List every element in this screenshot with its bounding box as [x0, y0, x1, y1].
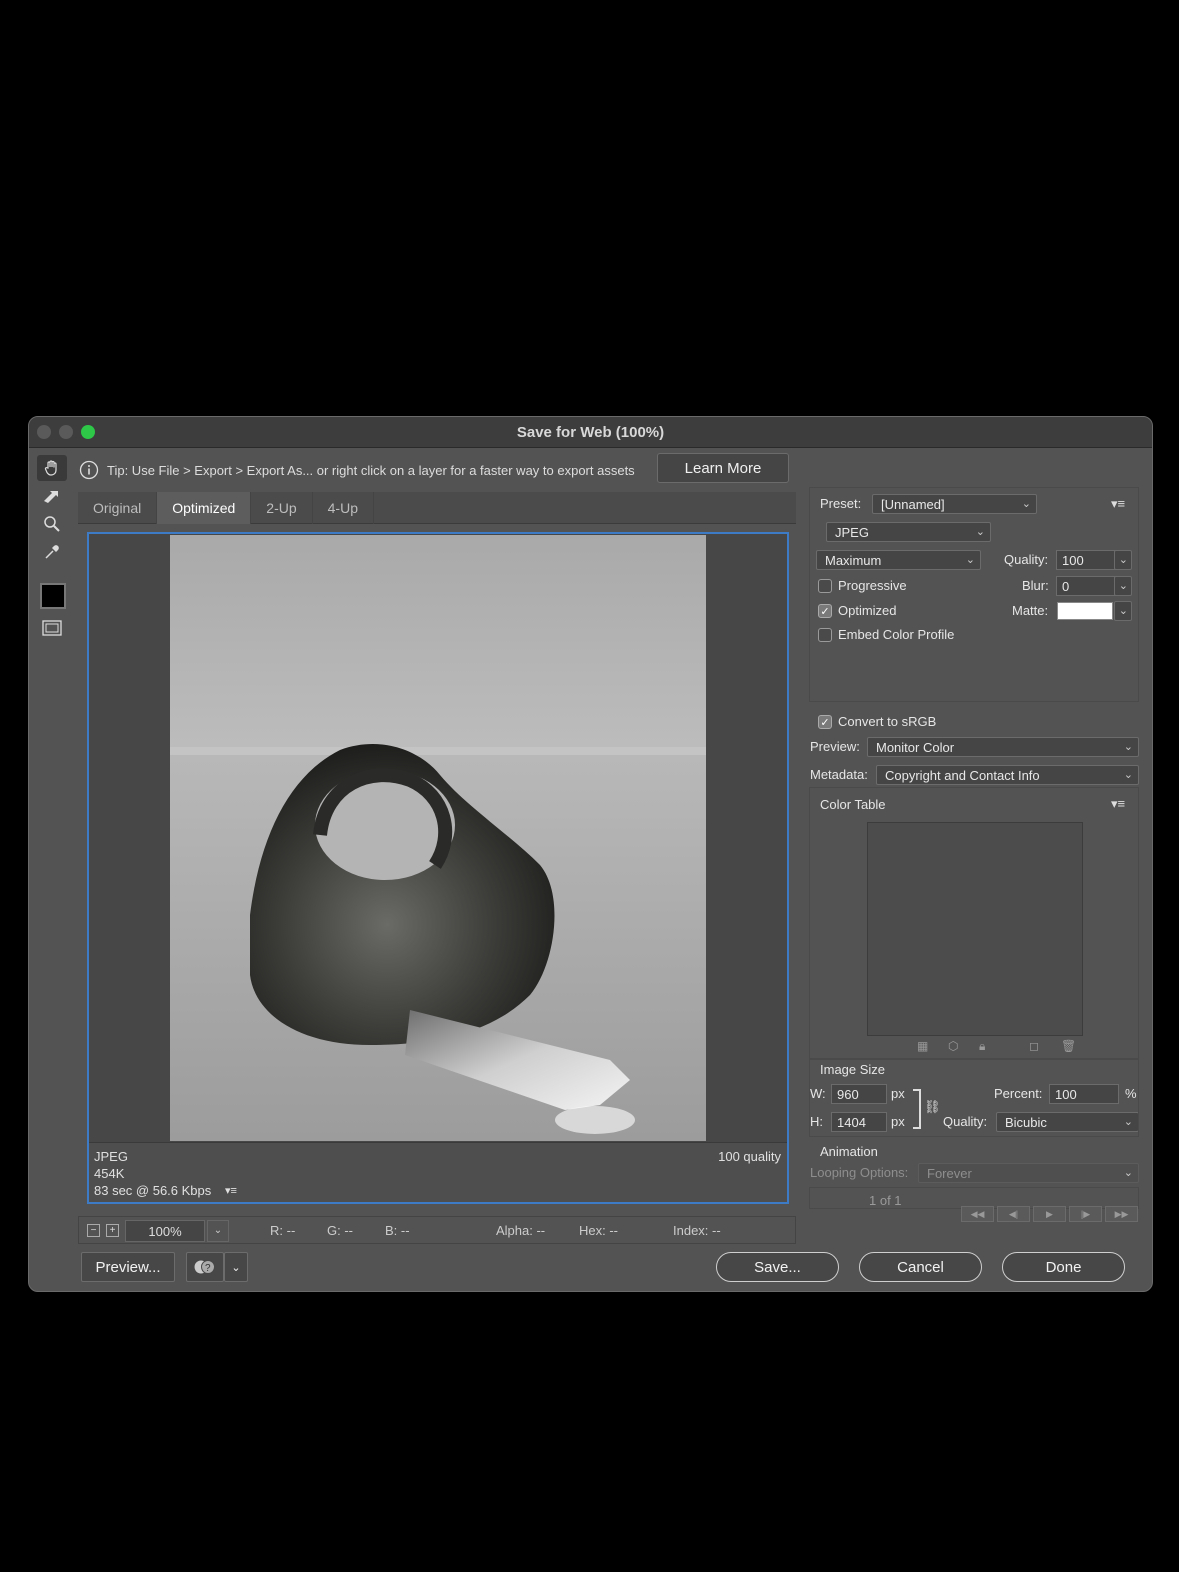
preview-in-browser-button[interactable]: Preview...: [81, 1252, 175, 1282]
hand-tool-icon[interactable]: [37, 455, 67, 481]
preview-color-value: Monitor Color: [876, 739, 955, 755]
blue-readout: B: --: [385, 1223, 410, 1238]
output-quality: 100 quality: [718, 1149, 781, 1164]
eyedropper-tool-icon[interactable]: [37, 539, 67, 565]
looping-options-select[interactable]: Forever ⌄: [918, 1163, 1139, 1183]
slice-select-tool-icon[interactable]: [37, 483, 67, 509]
metadata-select[interactable]: Copyright and Contact Info ⌄: [876, 765, 1139, 785]
hex-readout: Hex: --: [579, 1223, 618, 1238]
play-icon[interactable]: ▶: [1033, 1206, 1066, 1222]
tab-4-up[interactable]: 4-Up: [313, 492, 374, 524]
convert-to-srgb-checkbox[interactable]: ✓: [818, 715, 832, 729]
output-file-size: 454K: [94, 1166, 125, 1181]
first-frame-icon[interactable]: ◀◀: [961, 1206, 994, 1222]
metadata-value: Copyright and Contact Info: [885, 767, 1040, 783]
chevron-down-icon: ⌄: [1123, 741, 1133, 753]
convert-to-srgb-label: Convert to sRGB: [838, 714, 937, 729]
tip-text: Tip: Use File > Export > Export As... or…: [107, 462, 635, 478]
preview-image: [170, 535, 706, 1141]
tool-column: [37, 455, 69, 1235]
index-readout: Index: --: [673, 1223, 721, 1238]
svg-text:?: ?: [205, 1263, 211, 1274]
zoom-tool-icon[interactable]: [37, 511, 67, 537]
save-for-web-dialog: Save for Web (100%) Tip: Use File > Expo…: [28, 416, 1153, 1292]
preview-color-select[interactable]: Monitor Color ⌄: [867, 737, 1139, 757]
last-frame-icon[interactable]: ▶▶: [1105, 1206, 1138, 1222]
window-title: Save for Web (100%): [516, 424, 665, 441]
optimized-info: JPEG 454K 83 sec @ 56.6 Kbps ▾≡ 100 qual…: [89, 1142, 787, 1202]
save-button[interactable]: Save...: [716, 1252, 839, 1282]
status-bar: − + 100% ⌄ R: -- G: -- B: -- Alpha: -- H…: [78, 1216, 796, 1244]
title-bar: Save for Web (100%): [29, 417, 1152, 448]
learn-more-button[interactable]: Learn More: [657, 453, 789, 483]
download-time: 83 sec @ 56.6 Kbps: [94, 1183, 212, 1198]
tip-bar: Tip: Use File > Export > Export As... or…: [79, 453, 819, 485]
chevron-down-icon: ⌄: [1123, 769, 1133, 781]
red-readout: R: --: [270, 1223, 296, 1238]
color-table-group: [809, 787, 1139, 1059]
output-format: JPEG: [94, 1149, 128, 1164]
tab-2-up[interactable]: 2-Up: [251, 492, 313, 524]
image-size-group: [809, 1059, 1139, 1137]
zoom-level-select[interactable]: 100%: [125, 1220, 205, 1242]
metadata-label: Metadata:: [810, 767, 868, 782]
browser-globe-icon[interactable]: ?: [186, 1252, 224, 1282]
tab-optimized[interactable]: Optimized: [157, 492, 252, 524]
optimize-settings-group: [809, 487, 1139, 702]
zoom-in-icon[interactable]: +: [106, 1224, 119, 1237]
optimized-preview-pane[interactable]: JPEG 454K 83 sec @ 56.6 Kbps ▾≡ 100 qual…: [87, 532, 789, 1204]
tab-original[interactable]: Original: [78, 492, 158, 524]
download-speed-menu-icon[interactable]: ▾≡: [225, 1184, 237, 1197]
eyedropper-color-swatch[interactable]: [40, 583, 66, 609]
zoom-out-icon[interactable]: −: [87, 1224, 100, 1237]
info-icon: [79, 460, 99, 480]
view-tabs: Original Optimized 2-Up 4-Up: [78, 492, 796, 524]
browser-select-chevron-icon[interactable]: ⌄: [224, 1252, 248, 1282]
previous-frame-icon[interactable]: ◀|: [997, 1206, 1030, 1222]
chevron-down-icon: ⌄: [1123, 1167, 1133, 1179]
next-frame-icon[interactable]: |▶: [1069, 1206, 1102, 1222]
alpha-readout: Alpha: --: [496, 1223, 546, 1238]
toggle-slices-icon[interactable]: [37, 615, 67, 641]
looping-options-label: Looping Options:: [810, 1165, 909, 1180]
green-readout: G: --: [327, 1223, 353, 1238]
preview-label: Preview:: [810, 739, 860, 754]
done-button[interactable]: Done: [1002, 1252, 1125, 1282]
animation-heading: Animation: [820, 1144, 878, 1159]
zoom-level-value: 100%: [148, 1223, 182, 1239]
looping-options-value: Forever: [927, 1165, 972, 1181]
cancel-button[interactable]: Cancel: [859, 1252, 982, 1282]
